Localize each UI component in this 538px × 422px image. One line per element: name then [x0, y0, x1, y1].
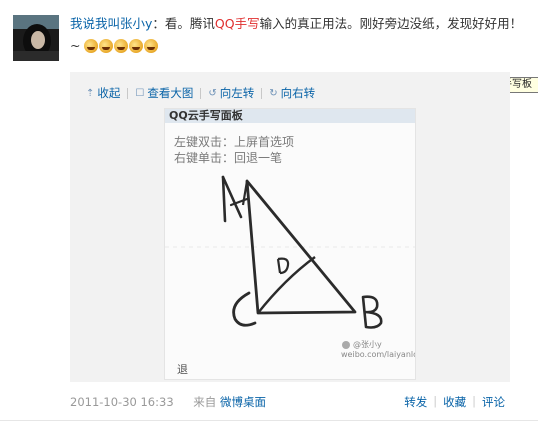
laugh-emoji-icon: [84, 39, 99, 53]
external-link-icon: ☐: [135, 87, 145, 99]
author-link[interactable]: 我说我叫张小y: [70, 16, 152, 31]
post-text-before: ：看。腾讯: [152, 16, 215, 31]
post-image[interactable]: QQ云手写面板 左键双击：上屏首选项 右键单击：回退一笔 @张小y weibo.…: [164, 108, 416, 380]
forward-button[interactable]: 转发: [404, 394, 427, 410]
avatar[interactable]: [13, 15, 59, 61]
rotate-left-label: 向左转: [219, 86, 255, 100]
favorite-button[interactable]: 收藏: [443, 394, 466, 410]
watermark-url: weibo.com/laiyanlove: [341, 350, 415, 359]
watermark-handle: @张小y: [353, 340, 382, 349]
smile-emoji-icon: [144, 39, 159, 53]
divider: [127, 87, 129, 99]
collapse-button[interactable]: ⇡ 收起: [86, 85, 120, 101]
divider: |: [472, 394, 476, 408]
view-large-button[interactable]: ☐ 查看大图: [135, 85, 193, 101]
rotate-right-label: 向右转: [280, 86, 316, 100]
source-link[interactable]: 微博桌面: [220, 395, 266, 409]
divider: |: [433, 394, 438, 408]
panel-bottom-label: 退: [177, 363, 188, 376]
from-label: 来自: [193, 395, 217, 409]
divider: [0, 420, 538, 421]
arrow-up-icon: ⇡: [86, 87, 95, 99]
view-large-label: 查看大图: [147, 86, 194, 100]
post-footer: 2011-10-30 16:33 来自 微博桌面: [70, 394, 266, 410]
post-text: 我说我叫张小y：看。腾讯QQ手写输入的真正用法。刚好旁边没纸，发现好好用！~: [70, 13, 530, 57]
rotate-right-button[interactable]: ↻ 向右转: [269, 85, 315, 101]
rotate-right-icon: ↻: [269, 87, 278, 99]
collapse-label: 收起: [97, 86, 121, 100]
divider: [200, 87, 202, 99]
post-timestamp[interactable]: 2011-10-30 16:33: [70, 395, 174, 409]
divider: [261, 87, 263, 99]
grin-emoji-icon: [129, 39, 144, 53]
rotate-left-icon: ↺: [208, 87, 217, 99]
comment-button[interactable]: 评论: [482, 394, 505, 410]
media-toolbar: ⇡ 收起 ☐ 查看大图 ↺ 向左转 ↻ 向右转: [86, 85, 315, 101]
highlight-keyword[interactable]: QQ手写: [215, 16, 260, 31]
laugh-emoji-icon: [99, 39, 114, 53]
grin-emoji-icon: [114, 39, 129, 53]
post-actions: 转发 | 收藏 | 评论: [404, 394, 505, 410]
rotate-left-button[interactable]: ↺ 向左转: [208, 85, 254, 101]
